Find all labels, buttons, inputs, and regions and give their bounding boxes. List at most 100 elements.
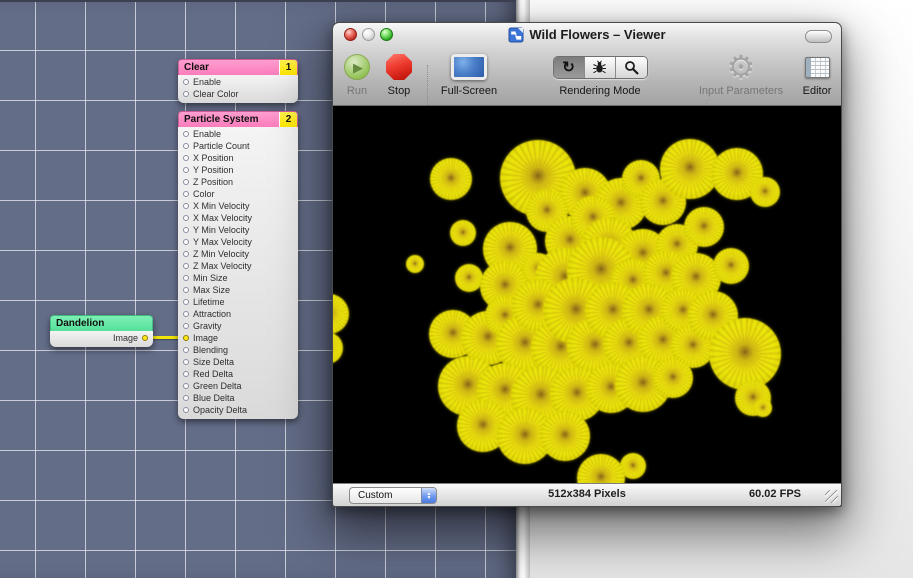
run-button[interactable]: ▶ Run — [338, 49, 376, 97]
toolbar-toggle-pill[interactable] — [805, 30, 832, 43]
fullscreen-button[interactable]: Full-Screen — [437, 49, 501, 97]
particle-puff — [709, 318, 781, 390]
input-port-dot[interactable] — [183, 311, 189, 317]
input-port-dot[interactable] — [183, 335, 189, 341]
editor-button[interactable]: Editor — [795, 49, 839, 97]
port-row-color: Color — [178, 188, 298, 200]
fullscreen-label: Full-Screen — [437, 85, 501, 97]
input-port-dot[interactable] — [183, 131, 189, 137]
particle-puff — [333, 332, 343, 364]
particle-puff — [684, 207, 724, 247]
input-port-dot[interactable] — [183, 191, 189, 197]
input-port-dot[interactable] — [183, 227, 189, 233]
input-port-dot[interactable] — [183, 383, 189, 389]
input-port-dot[interactable] — [183, 323, 189, 329]
input-port-dot[interactable] — [183, 143, 189, 149]
input-port-dot[interactable] — [183, 203, 189, 209]
minimize-button[interactable] — [362, 28, 375, 41]
input-port-dot[interactable] — [183, 155, 189, 161]
port-label: Y Min Velocity — [193, 224, 249, 236]
input-port-dot[interactable] — [183, 179, 189, 185]
rendering-mode-render-segment[interactable]: ↻ — [554, 57, 585, 78]
window-title: Wild Flowers – Viewer — [333, 26, 841, 43]
editor-label: Editor — [795, 85, 839, 97]
node-particle-system-header[interactable]: Particle System 2 — [178, 111, 298, 127]
input-port-dot[interactable] — [183, 407, 189, 413]
port-label: Z Position — [193, 176, 233, 188]
port-label: Enable — [193, 76, 221, 88]
node-dandelion-title: Dandelion — [51, 318, 152, 329]
particle-puff — [577, 454, 625, 485]
port-row-particle-count: Particle Count — [178, 140, 298, 152]
port-label: Z Max Velocity — [193, 260, 252, 272]
input-port-dot[interactable] — [183, 91, 189, 97]
port-label: X Min Velocity — [193, 200, 250, 212]
particle-puff — [750, 177, 780, 207]
port-label: Green Delta — [193, 380, 242, 392]
input-port-dot[interactable] — [183, 263, 189, 269]
output-port-dot[interactable] — [142, 335, 148, 341]
fullscreen-display-icon — [451, 54, 487, 80]
port-label: Image — [113, 332, 138, 344]
fps-counter: 60.02 FPS — [749, 488, 801, 500]
input-port-dot[interactable] — [183, 347, 189, 353]
port-label: Color — [193, 188, 215, 200]
input-port-dot[interactable] — [183, 215, 189, 221]
rendering-mode-debug-segment[interactable] — [585, 57, 616, 78]
input-port-dot[interactable] — [183, 359, 189, 365]
rendering-mode-control: ↻ — [529, 49, 671, 97]
port-row-red-delta: Red Delta — [178, 368, 298, 380]
input-port-dot[interactable] — [183, 251, 189, 257]
run-play-icon: ▶ — [344, 54, 370, 80]
rendering-mode-profile-segment[interactable] — [616, 57, 647, 78]
port-label: Blue Delta — [193, 392, 235, 404]
port-row-y-min-velocity: Y Min Velocity — [178, 224, 298, 236]
refresh-icon: ↻ — [562, 60, 575, 75]
input-parameters-button[interactable]: ⚙ Input Parameters — [673, 49, 809, 97]
input-port-dot[interactable] — [183, 299, 189, 305]
node-particle-system[interactable]: Particle System 2 EnableParticle CountX … — [178, 111, 298, 419]
stop-label: Stop — [379, 85, 419, 97]
port-row-z-max-velocity: Z Max Velocity — [178, 260, 298, 272]
size-preset-value: Custom — [350, 490, 421, 501]
input-port-dot[interactable] — [183, 371, 189, 377]
node-dandelion[interactable]: Dandelion Image — [50, 315, 153, 347]
rendering-mode-label: Rendering Mode — [529, 85, 671, 97]
viewer-titlebar-toolbar[interactable]: Wild Flowers – Viewer ▶ Run Stop Full-Sc… — [333, 23, 841, 106]
node-particle-system-layer-badge: 2 — [279, 112, 297, 127]
port-row-size-delta: Size Delta — [178, 356, 298, 368]
input-parameters-label: Input Parameters — [673, 85, 809, 97]
particle-puff — [713, 248, 749, 284]
particle-puff — [406, 255, 424, 273]
input-port-dot[interactable] — [183, 395, 189, 401]
node-dandelion-header[interactable]: Dandelion — [50, 315, 153, 331]
input-port-dot[interactable] — [183, 239, 189, 245]
input-port-dot[interactable] — [183, 275, 189, 281]
viewer-window[interactable]: Wild Flowers – Viewer ▶ Run Stop Full-Sc… — [332, 22, 842, 507]
node-clear-header[interactable]: Clear 1 — [178, 59, 298, 75]
stop-button[interactable]: Stop — [379, 49, 419, 97]
port-row-enable: Enable — [178, 128, 298, 140]
port-label: Particle Count — [193, 140, 250, 152]
bug-icon — [592, 60, 607, 75]
port-row-blue-delta: Blue Delta — [178, 392, 298, 404]
input-port-dot[interactable] — [183, 287, 189, 293]
particle-puff — [754, 399, 772, 417]
port-row-z-position: Z Position — [178, 176, 298, 188]
zoom-button[interactable] — [380, 28, 393, 41]
render-output-view — [333, 106, 841, 485]
port-label: Lifetime — [193, 296, 225, 308]
node-clear[interactable]: Clear 1 EnableClear Color — [178, 59, 298, 103]
size-preset-dropdown[interactable]: Custom ▲▼ — [349, 487, 437, 504]
port-row-clear-color: Clear Color — [178, 88, 298, 100]
resize-grip[interactable] — [825, 490, 838, 503]
port-row-x-max-velocity: X Max Velocity — [178, 212, 298, 224]
port-label: X Max Velocity — [193, 212, 252, 224]
port-label: Attraction — [193, 308, 231, 320]
input-port-dot[interactable] — [183, 79, 189, 85]
input-port-dot[interactable] — [183, 167, 189, 173]
port-row-attraction: Attraction — [178, 308, 298, 320]
close-button[interactable] — [344, 28, 357, 41]
port-label: X Position — [193, 152, 234, 164]
viewer-status-bar: Custom ▲▼ 512x384 Pixels 60.02 FPS — [333, 483, 841, 506]
